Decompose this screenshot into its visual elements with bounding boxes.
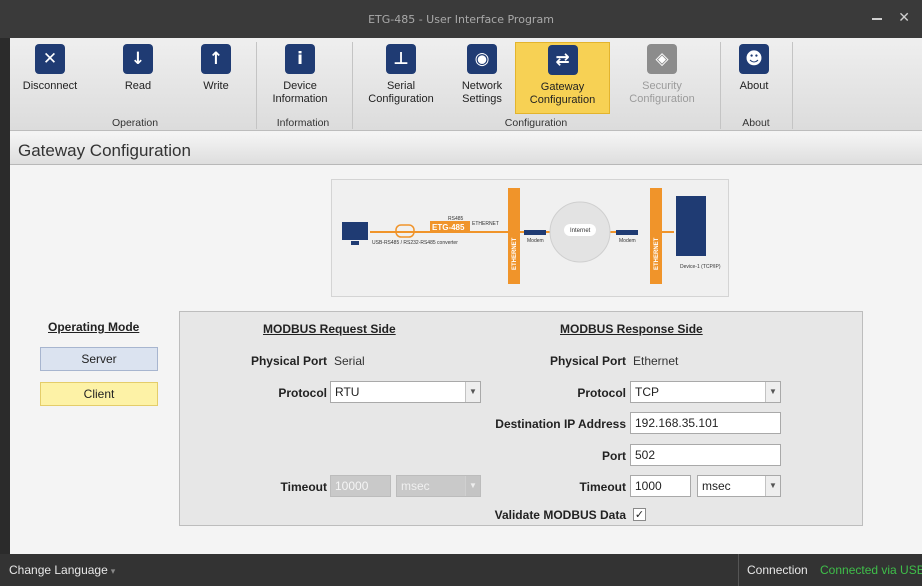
panel-header: Gateway Configuration — [10, 133, 922, 165]
ribbon-separator — [256, 42, 257, 129]
read-label: Read — [124, 80, 152, 92]
ribbon-toolbar: ✕ Disconnect ↓ Read ↑ Write i Device Inf… — [10, 38, 922, 131]
change-language-label: Change Language — [9, 563, 108, 577]
modem-2-label: Modem — [619, 238, 636, 244]
operating-mode-title: Operating Mode — [48, 320, 140, 334]
validate-checkbox[interactable]: ✓ — [633, 508, 646, 521]
response-side-title: MODBUS Response Side — [560, 322, 703, 336]
chevron-down-icon: ▼ — [765, 382, 780, 402]
chevron-down-icon: ▼ — [765, 476, 780, 496]
ethernet-inline-label: ETHERNET — [472, 221, 499, 227]
diagram-graphic: USB-RS485 / RS232-RS485 converter RS485 … — [342, 188, 721, 284]
response-protocol-select[interactable]: TCP ▼ — [630, 381, 781, 403]
status-divider — [738, 554, 739, 586]
close-window-button[interactable]: ✕ — [898, 10, 910, 26]
ethernet-bar-1-label: ETHERNET — [512, 237, 518, 270]
window-title: ETG-485 - User Interface Program — [368, 13, 554, 26]
modem-1-icon — [524, 230, 546, 235]
ribbon-separator — [352, 42, 353, 129]
request-protocol-label: Protocol — [278, 386, 327, 400]
page-title: Gateway Configuration — [18, 141, 191, 160]
request-side-title: MODBUS Request Side — [263, 322, 396, 336]
read-button[interactable]: ↓ Read — [108, 42, 168, 114]
minimize-button[interactable] — [872, 18, 882, 20]
client-mode-button[interactable]: Client — [40, 382, 158, 406]
connection-status: Connected via USB — [820, 563, 922, 577]
about-button[interactable]: ☻ About — [726, 42, 782, 114]
response-timeout-unit-select[interactable]: msec ▼ — [697, 475, 781, 497]
request-timeout-input[interactable]: 10000 — [330, 475, 391, 497]
ethernet-bar-2-label: ETHERNET — [654, 237, 660, 270]
modbus-config-panel: MODBUS Request Side MODBUS Response Side… — [179, 311, 863, 526]
group-about: About — [742, 117, 770, 129]
converter-label: USB-RS485 / RS232-RS485 converter — [372, 240, 458, 246]
port-label: Port — [602, 449, 626, 463]
title-bar: ETG-485 - User Interface Program ✕ — [0, 0, 922, 38]
connection-label: Connection — [747, 563, 808, 577]
dest-ip-input[interactable]: 192.168.35.101 — [630, 412, 781, 434]
network-settings-button[interactable]: ◉ Network Settings — [450, 42, 514, 114]
change-language-button[interactable]: Change Language ▾ — [9, 563, 115, 577]
port-input[interactable]: 502 — [630, 444, 781, 466]
group-information: Information — [276, 117, 330, 129]
response-physical-port-label: Physical Port — [549, 354, 626, 368]
serial-configuration-button[interactable]: ⊥ Serial Configuration — [356, 42, 446, 114]
chevron-down-icon: ▾ — [110, 566, 116, 576]
write-label: Write — [203, 80, 229, 92]
dest-ip-label: Destination IP Address — [495, 417, 626, 431]
about-label: About — [739, 80, 769, 92]
ribbon-separator — [792, 42, 793, 129]
response-timeout-unit-value: msec — [702, 479, 731, 493]
request-protocol-select[interactable]: RTU ▼ — [330, 381, 481, 403]
response-timeout-label: Timeout — [579, 480, 626, 494]
response-protocol-value: TCP — [635, 385, 659, 399]
shield-lock-icon: ◈ — [647, 44, 677, 74]
serial-configuration-label: Serial Configuration — [368, 80, 434, 105]
globe-network-icon: ◉ — [467, 44, 497, 74]
request-timeout-unit-select[interactable]: msec ▼ — [396, 475, 481, 497]
internet-label: Internet — [570, 228, 591, 234]
response-timeout-input[interactable]: 1000 — [630, 475, 691, 497]
device-information-button[interactable]: i Device Information — [260, 42, 340, 114]
chevron-down-icon: ▼ — [465, 382, 480, 402]
info-icon: i — [285, 44, 315, 74]
users-icon: ☻ — [739, 44, 769, 74]
network-diagram: USB-RS485 / RS232-RS485 converter RS485 … — [331, 179, 729, 297]
computer-icon — [342, 222, 368, 240]
close-x-icon: ✕ — [35, 44, 65, 74]
network-tree-icon: ⊥ — [386, 44, 416, 74]
device-label: Device-1 (TCP/IP) — [680, 264, 721, 270]
request-timeout-unit-value: msec — [401, 479, 430, 493]
network-settings-label: Network Settings — [461, 80, 503, 105]
gateway-configuration-button[interactable]: ⇄ Gateway Configuration — [515, 42, 610, 114]
modem-2-icon — [616, 230, 638, 235]
device-information-label: Device Information — [272, 80, 328, 105]
group-configuration: Configuration — [504, 117, 568, 129]
disconnect-button[interactable]: ✕ Disconnect — [12, 42, 88, 114]
validate-label: Validate MODBUS Data — [494, 508, 626, 522]
cloud-upload-icon: ↑ — [201, 44, 231, 74]
server-mode-button[interactable]: Server — [40, 347, 158, 371]
disconnect-label: Disconnect — [22, 80, 78, 92]
write-button[interactable]: ↑ Write — [186, 42, 246, 114]
request-physical-port-label: Physical Port — [250, 354, 327, 368]
server-rack-icon — [676, 196, 706, 256]
response-protocol-label: Protocol — [577, 386, 626, 400]
ribbon-separator — [720, 42, 721, 129]
request-physical-port-value: Serial — [334, 354, 365, 368]
request-timeout-label: Timeout — [280, 480, 327, 494]
group-operation: Operation — [111, 117, 159, 129]
main-panel: Gateway Configuration USB-RS485 / RS232-… — [10, 131, 922, 554]
security-configuration-button[interactable]: ◈ Security Configuration — [614, 42, 710, 114]
cloud-download-icon: ↓ — [123, 44, 153, 74]
request-protocol-value: RTU — [335, 385, 360, 399]
chevron-down-icon: ▼ — [465, 476, 480, 496]
gateway-swap-icon: ⇄ — [547, 45, 578, 75]
etg-label: ETG-485 — [432, 223, 465, 232]
response-physical-port-value: Ethernet — [633, 354, 679, 368]
status-bar: Change Language ▾ Connection Connected vi… — [0, 554, 922, 586]
security-configuration-label: Security Configuration — [629, 80, 695, 105]
gateway-configuration-label: Gateway Configuration — [529, 81, 596, 106]
modem-1-label: Modem — [527, 238, 544, 244]
